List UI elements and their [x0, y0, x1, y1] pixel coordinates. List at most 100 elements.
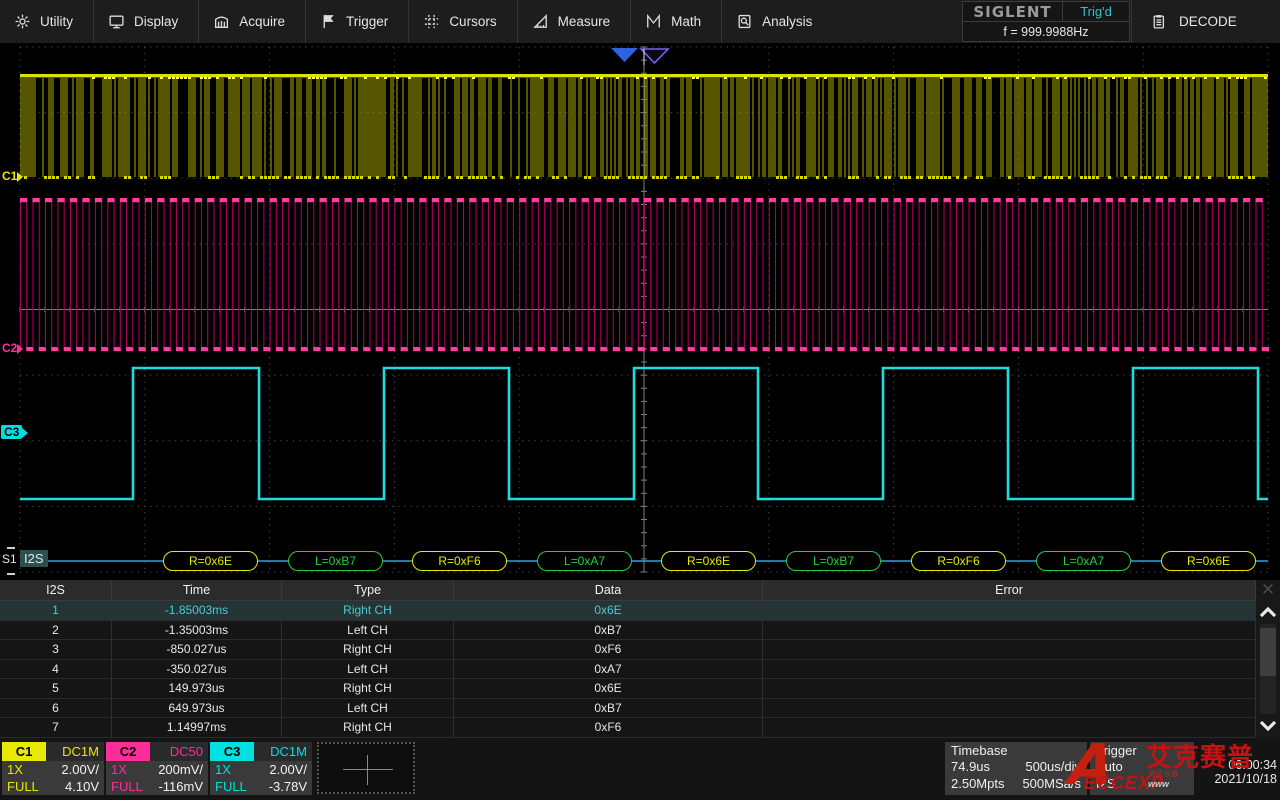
menu-item-cursors[interactable]: Cursors	[408, 0, 516, 43]
table-cell[interactable]: 1	[0, 601, 112, 621]
table-cell[interactable]: 4	[0, 660, 112, 680]
table-cell[interactable]: 649.973us	[112, 699, 282, 719]
c2-channel-box[interactable]: C2 DC50 1X200mV/ FULL-116mV	[106, 742, 208, 795]
bottom-status-bar: C1 DC1M 1X2.00V/ FULL4.10V C2 DC50 1X200…	[0, 738, 1280, 800]
status-block: SIGLENT Trig'd f = 999.9988Hz	[962, 1, 1130, 42]
c1-tab[interactable]: C1	[2, 742, 46, 761]
c1-channel-marker[interactable]: C1	[2, 169, 23, 183]
menu-item-label: Trigger	[346, 14, 388, 29]
table-cell[interactable]	[763, 699, 1256, 719]
timebase-memory: 2.50Mpts	[951, 775, 1004, 792]
trigger-status-badge: Trig'd	[1063, 2, 1129, 21]
table-cell[interactable]	[763, 718, 1256, 738]
c3-channel-marker[interactable]: C3	[1, 425, 28, 439]
menu-item-display[interactable]: Display	[93, 0, 198, 43]
table-cell[interactable]: 0xB7	[454, 699, 763, 719]
menu-item-label: Cursors	[449, 14, 496, 29]
table-cell[interactable]: 149.973us	[112, 679, 282, 699]
menu-item-utility[interactable]: Utility	[0, 0, 93, 43]
table-cell[interactable]: 0x6E	[454, 601, 763, 621]
c1-marker-label: C1	[2, 169, 17, 183]
table-cell[interactable]: 1.14997ms	[112, 718, 282, 738]
table-cell[interactable]	[763, 679, 1256, 699]
table-cell[interactable]	[763, 660, 1256, 680]
table-cell[interactable]: 2	[0, 621, 112, 641]
clock-box[interactable]: 06:00:34 2021/10/18	[1197, 742, 1277, 795]
c2-channel-marker[interactable]: C2	[2, 341, 23, 355]
decode-panel-title[interactable]: DECODE	[1131, 0, 1280, 43]
table-cell[interactable]	[763, 601, 1256, 621]
timebase-box[interactable]: Timebase 74.9us500us/div 2.50Mpts500MSa/…	[945, 742, 1087, 795]
table-cell[interactable]: -350.027us	[112, 660, 282, 680]
trigger-type: I2S	[1096, 775, 1116, 792]
c2-coupling: DC50	[150, 742, 208, 761]
scroll-down-button[interactable]	[1256, 714, 1280, 738]
c2-tab[interactable]: C2	[106, 742, 150, 761]
waveform-canvas	[0, 45, 1280, 578]
menu-item-acquire[interactable]: Acquire	[198, 0, 305, 43]
table-header-data: Data	[454, 580, 763, 601]
table-cell[interactable]	[763, 621, 1256, 641]
table-cell[interactable]: Left CH	[282, 660, 454, 680]
timebase-scale: 500us/div	[1025, 758, 1081, 775]
table-cell[interactable]: 7	[0, 718, 112, 738]
menu-item-trigger[interactable]: Trigger	[305, 0, 408, 43]
c1-channel-box[interactable]: C1 DC1M 1X2.00V/ FULL4.10V	[2, 742, 104, 795]
decode-result-table[interactable]: I2STimeTypeDataError1-1.85003msRight CH0…	[0, 580, 1256, 738]
table-cell[interactable]: -850.027us	[112, 640, 282, 660]
table-cell[interactable]: 3	[0, 640, 112, 660]
table-cell[interactable]: Right CH	[282, 718, 454, 738]
trigger-title: Trigger	[1090, 742, 1194, 758]
table-cell[interactable]: Left CH	[282, 699, 454, 719]
c3-tab[interactable]: C3	[210, 742, 254, 761]
scrollbar-track[interactable]	[1260, 624, 1276, 714]
s1-bus-marker[interactable]: S1	[2, 552, 17, 566]
table-cell[interactable]: 0xB7	[454, 621, 763, 641]
table-cell[interactable]: -1.35003ms	[112, 621, 282, 641]
table-cell[interactable]: -1.85003ms	[112, 601, 282, 621]
bus-data-label: R=0x6E	[163, 551, 258, 571]
table-cell[interactable]: 0x6E	[454, 679, 763, 699]
s1-upper-tick	[7, 547, 15, 549]
c3-channel-box[interactable]: C3 DC1M 1X2.00V/ FULL-3.78V	[210, 742, 312, 795]
table-cell[interactable]: 6	[0, 699, 112, 719]
table-cell[interactable]: 0xF6	[454, 640, 763, 660]
flag-icon	[320, 13, 337, 30]
scrollbar-thumb[interactable]	[1260, 628, 1276, 676]
table-cell[interactable]: 0xF6	[454, 718, 763, 738]
table-header-error: Error	[763, 580, 1256, 601]
table-cell[interactable]: Right CH	[282, 640, 454, 660]
menu-item-label: Utility	[40, 14, 73, 29]
gear-icon	[14, 13, 31, 30]
menu-item-label: Math	[671, 14, 701, 29]
trigger-mode: Auto	[1096, 758, 1123, 775]
scroll-up-button[interactable]	[1256, 600, 1280, 624]
empty-trace-slot[interactable]	[317, 742, 415, 794]
table-cell[interactable]	[763, 640, 1256, 660]
bus-data-label: L=0xB7	[786, 551, 881, 571]
c3-marker-arrow-icon	[22, 428, 28, 438]
menu-item-measure[interactable]: Measure	[517, 0, 631, 43]
c2-scale: 200mV/	[158, 761, 203, 778]
c3-probe: 1X	[215, 761, 231, 778]
table-cell[interactable]: 0xA7	[454, 660, 763, 680]
menu-item-label: Analysis	[762, 14, 812, 29]
menu-item-math[interactable]: Math	[630, 0, 721, 43]
close-icon[interactable]: ✕	[1261, 580, 1275, 600]
table-cell[interactable]: Right CH	[282, 601, 454, 621]
c3-offset: -3.78V	[269, 778, 307, 795]
c1-coupling: DC1M	[46, 742, 104, 761]
table-scrollbar[interactable]: ✕	[1256, 580, 1280, 738]
menu-item-analysis[interactable]: Analysis	[721, 0, 832, 43]
table-cell[interactable]: Left CH	[282, 621, 454, 641]
table-cell[interactable]: 5	[0, 679, 112, 699]
clock-date: 2021/10/18	[1197, 772, 1277, 786]
timebase-samplerate: 500MSa/s	[1022, 775, 1081, 792]
waveform-display[interactable]: C1 C2 C3 S1 I2S R=0x6EL=0xB7R=0xF6L=0xA7…	[0, 45, 1280, 578]
table-cell[interactable]: Right CH	[282, 679, 454, 699]
measure-icon	[532, 13, 549, 30]
c1-scale: 2.00V/	[61, 761, 99, 778]
s1-bus-type-badge[interactable]: I2S	[20, 550, 48, 567]
trigger-box[interactable]: Trigger Auto I2S	[1090, 742, 1194, 795]
bus-data-label: L=0xA7	[537, 551, 632, 571]
